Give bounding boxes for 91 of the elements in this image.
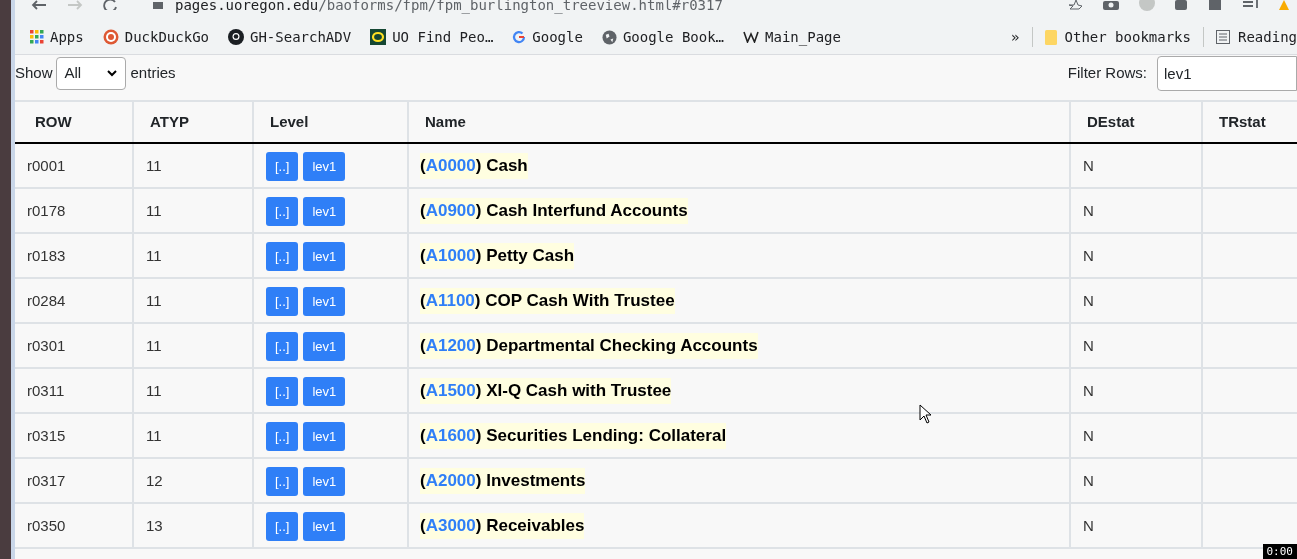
bookmark[interactable]: Google bbox=[511, 24, 584, 50]
table-cell-text: 11 bbox=[146, 336, 162, 356]
table-cell-text: r0317 bbox=[27, 471, 66, 491]
table-cell-text: N bbox=[1083, 156, 1094, 176]
camera-icon[interactable] bbox=[1103, 0, 1119, 10]
column-header: ROW bbox=[35, 111, 72, 132]
table-cell-text: r0001 bbox=[27, 156, 66, 176]
bookmark[interactable]: Google Book… bbox=[600, 24, 726, 50]
mouse-cursor-icon bbox=[919, 404, 932, 424]
account-name: (A2000) Investments bbox=[420, 468, 586, 494]
table-cell-text: 11 bbox=[146, 381, 162, 401]
table-cell-text: 13 bbox=[146, 516, 163, 536]
level-button[interactable]: [..] bbox=[266, 467, 299, 496]
table-cell-text: r0183 bbox=[27, 246, 66, 266]
more-bookmarks-button[interactable]: » bbox=[1007, 26, 1024, 48]
table-cell-text: 11 bbox=[146, 291, 162, 311]
table-cell-text: r0311 bbox=[27, 381, 65, 401]
filter-field[interactable]: lev1 bbox=[1157, 55, 1297, 91]
column-header: DEstat bbox=[1087, 111, 1135, 132]
level-button[interactable]: lev1 bbox=[303, 152, 346, 181]
level-button[interactable]: lev1 bbox=[303, 377, 346, 406]
level-button[interactable]: [..] bbox=[266, 197, 299, 226]
globe-icon bbox=[601, 29, 617, 45]
table-cell-text: N bbox=[1083, 381, 1094, 401]
entries-label: entries bbox=[130, 62, 176, 83]
level-button[interactable]: [..] bbox=[266, 512, 299, 541]
table-cell-text: N bbox=[1083, 291, 1094, 311]
account-name: (A1000) Petty Cash bbox=[420, 243, 575, 269]
reading-list-button[interactable]: Reading bbox=[1212, 26, 1297, 48]
account-name: (A0000) Cash bbox=[420, 153, 528, 179]
media-list-icon[interactable] bbox=[1243, 0, 1259, 10]
level-button[interactable]: lev1 bbox=[303, 332, 346, 361]
account-name: (A1500) XI-Q Cash with Trustee bbox=[420, 378, 672, 404]
column-header: ATYP bbox=[150, 111, 189, 132]
extension-icon[interactable] bbox=[1175, 0, 1189, 10]
level-button[interactable]: lev1 bbox=[303, 512, 346, 541]
level-button[interactable]: lev1 bbox=[303, 197, 346, 226]
bookmark[interactable]: UO Find Peo… bbox=[369, 24, 495, 50]
account-name: (A1100) COP Cash With Trustee bbox=[420, 288, 675, 314]
back-arrow-icon[interactable] bbox=[31, 0, 47, 10]
o-logo-icon bbox=[370, 29, 387, 45]
bookmark[interactable]: DuckDuckGo bbox=[101, 24, 210, 50]
apps-grid-icon bbox=[30, 30, 44, 44]
level-button[interactable]: [..] bbox=[266, 287, 299, 316]
table-cell-text: N bbox=[1083, 201, 1094, 221]
account-name: (A1200) Departmental Checking Accounts bbox=[420, 333, 758, 359]
level-button[interactable]: lev1 bbox=[303, 287, 346, 316]
recorder-timer: 0:00 bbox=[1262, 544, 1297, 559]
table-cell-text: r0284 bbox=[27, 291, 66, 311]
table-cell-text: N bbox=[1083, 516, 1094, 536]
column-header: Name bbox=[425, 111, 466, 132]
level-button[interactable]: [..] bbox=[266, 377, 299, 406]
level-button[interactable]: lev1 bbox=[303, 242, 346, 271]
table-cell-text: 12 bbox=[146, 471, 163, 491]
table-cell-text: N bbox=[1083, 246, 1094, 266]
table-cell-text: r0178 bbox=[27, 201, 66, 221]
show-label: Show bbox=[15, 62, 53, 83]
reload-icon[interactable] bbox=[103, 0, 117, 10]
table-cell-text: 11 bbox=[146, 201, 162, 221]
level-button[interactable]: lev1 bbox=[303, 467, 346, 496]
chevron-down-icon bbox=[106, 69, 117, 77]
table-cell-text: 11 bbox=[146, 426, 162, 446]
entries-select[interactable]: All bbox=[55, 56, 126, 90]
table-cell-text: N bbox=[1083, 471, 1094, 491]
w-logo-icon bbox=[743, 31, 760, 43]
bookmark[interactable]: Main_Page bbox=[742, 24, 842, 50]
bookmark-folder[interactable]: Other bookmarks bbox=[1040, 26, 1195, 48]
star-icon[interactable] bbox=[1069, 0, 1083, 10]
level-button[interactable]: [..] bbox=[266, 152, 299, 181]
table-cell-text: r0301 bbox=[27, 336, 66, 356]
table-cell-text: N bbox=[1083, 336, 1094, 356]
bookmark[interactable]: Apps bbox=[29, 24, 85, 50]
column-header: Level bbox=[270, 111, 309, 132]
level-button[interactable]: [..] bbox=[266, 242, 299, 271]
g-logo-icon bbox=[512, 30, 527, 44]
account-name: (A3000) Receivables bbox=[420, 513, 585, 539]
column-header: TRstat bbox=[1219, 111, 1266, 132]
level-button[interactable]: [..] bbox=[266, 422, 299, 451]
table-cell-text: r0350 bbox=[27, 516, 66, 536]
account-name: (A0900) Cash Interfund Accounts bbox=[420, 198, 688, 224]
list-icon bbox=[1216, 30, 1230, 44]
table-cell-text: N bbox=[1083, 426, 1094, 446]
level-button[interactable]: lev1 bbox=[303, 422, 346, 451]
level-button[interactable]: [..] bbox=[266, 332, 299, 361]
bookmark[interactable]: GH-SearchADV bbox=[227, 24, 353, 50]
filter-label: Filter Rows: bbox=[1067, 62, 1147, 83]
table-cell-text: 11 bbox=[146, 156, 162, 176]
table-cell-text: 11 bbox=[146, 246, 162, 266]
account-name: (A1600) Securities Lending: Collateral bbox=[420, 423, 727, 449]
table-cell-text: r0315 bbox=[27, 426, 66, 446]
folder-icon bbox=[1044, 29, 1057, 45]
